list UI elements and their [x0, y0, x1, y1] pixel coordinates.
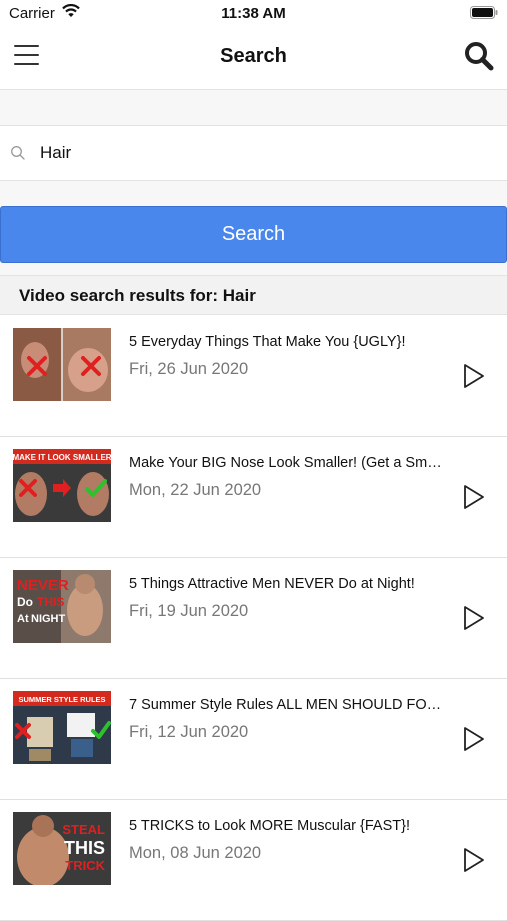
video-title: 5 TRICKS to Look MORE Muscular {FAST}!: [129, 818, 410, 834]
video-row[interactable]: MAKE IT LOOK SMALLER Make Your BIG Nose …: [0, 437, 507, 558]
status-bar: Carrier 11:38 AM: [0, 0, 507, 28]
video-date: Fri, 19 Jun 2020: [129, 602, 249, 620]
video-thumbnail: STEAL THIS TRICK: [13, 812, 111, 885]
magnifier-icon: [10, 145, 26, 166]
video-date: Mon, 22 Jun 2020: [129, 481, 262, 499]
play-icon[interactable]: [462, 846, 486, 879]
navigation-bar: Search: [0, 28, 507, 88]
search-icon[interactable]: [463, 40, 495, 77]
video-date: Fri, 26 Jun 2020: [129, 360, 249, 378]
thumbnail-caption: TRICK: [65, 858, 105, 873]
thumbnail-caption: At: [17, 613, 29, 625]
video-date: Fri, 12 Jun 2020: [129, 723, 249, 741]
thumbnail-caption: NIGHT: [31, 613, 66, 625]
video-thumbnail: SUMMER STYLE RULES: [13, 691, 111, 764]
spacer-band: [0, 90, 507, 125]
video-thumbnail: NEVER Do THIS At NIGHT: [13, 570, 111, 643]
play-icon[interactable]: [462, 604, 486, 637]
thumbnail-caption: STEAL: [62, 822, 105, 837]
results-header: Video search results for: Hair: [0, 275, 507, 315]
thumbnail-caption: NEVER: [17, 577, 69, 594]
page-title: Search: [220, 45, 287, 67]
video-row[interactable]: STEAL THIS TRICK 5 TRICKS to Look MORE M…: [0, 800, 507, 921]
search-bar: [0, 126, 507, 180]
video-title: 7 Summer Style Rules ALL MEN SHOULD FOLL…: [129, 697, 449, 713]
thumbnail-caption: MAKE IT LOOK SMALLER: [13, 453, 111, 462]
search-input[interactable]: [40, 138, 490, 168]
thumbnail-caption: Do: [17, 595, 33, 609]
search-button[interactable]: Search: [0, 206, 507, 263]
video-thumbnail: MAKE IT LOOK SMALLER: [13, 449, 111, 522]
battery-icon: [470, 6, 498, 24]
thumbnail-caption: SUMMER STYLE RULES: [18, 695, 105, 704]
results-header-label: Video search results for: Hair: [19, 286, 256, 305]
video-row[interactable]: NEVER Do THIS At NIGHT 5 Things Attracti…: [0, 558, 507, 679]
video-title: Make Your BIG Nose Look Smaller! (Get a …: [129, 455, 449, 471]
video-title: 5 Things Attractive Men NEVER Do at Nigh…: [129, 576, 415, 592]
video-thumbnail: [13, 328, 111, 401]
play-icon[interactable]: [462, 362, 486, 395]
thumbnail-caption: THIS: [64, 838, 105, 858]
video-title: 5 Everyday Things That Make You {UGLY}!: [129, 334, 406, 350]
play-icon[interactable]: [462, 725, 486, 758]
play-icon[interactable]: [462, 483, 486, 516]
video-results-list: 5 Everyday Things That Make You {UGLY}! …: [0, 316, 507, 921]
video-row[interactable]: SUMMER STYLE RULES 7 Summer Style Rules …: [0, 679, 507, 800]
status-time: 11:38 AM: [221, 5, 286, 22]
video-row[interactable]: 5 Everyday Things That Make You {UGLY}! …: [0, 316, 507, 437]
thumbnail-caption: THIS: [37, 595, 64, 609]
video-date: Mon, 08 Jun 2020: [129, 844, 262, 862]
